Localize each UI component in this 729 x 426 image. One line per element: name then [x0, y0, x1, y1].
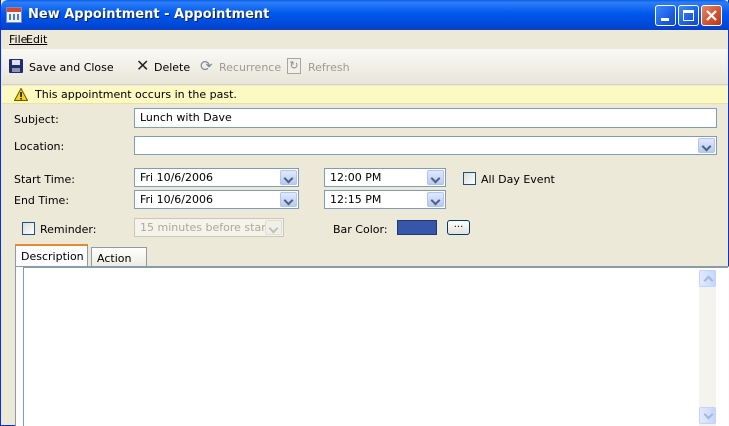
location-combo[interactable] — [134, 136, 717, 155]
maximize-icon — [683, 10, 694, 21]
appointment-form: Subject: Lunch with Dave Location: Start… — [2, 105, 728, 245]
appointment-window: New Appointment - Appointment File Edit … — [0, 0, 729, 426]
end-time-label: End Time: — [14, 194, 70, 207]
past-appointment-warning: This appointment occurs in the past. — [2, 86, 728, 104]
minimize-icon — [661, 18, 669, 21]
reminder-value: 15 minutes before start — [140, 221, 271, 234]
close-button[interactable] — [701, 5, 722, 26]
location-label: Location: — [14, 140, 65, 153]
all-day-event-label: All Day Event — [481, 173, 555, 186]
reminder-checkbox[interactable] — [22, 222, 35, 235]
all-day-event-checkbox[interactable] — [463, 172, 476, 185]
maximize-button[interactable] — [678, 5, 699, 26]
calendar-app-icon — [6, 7, 22, 23]
recurrence-label: Recurrence — [219, 61, 282, 74]
reminder-label: Reminder: — [40, 223, 97, 236]
start-time-label: Start Time: — [14, 173, 75, 186]
warning-icon — [14, 88, 28, 101]
chevron-down-icon[interactable] — [265, 220, 282, 235]
end-date-value: Fri 10/6/2006 — [140, 193, 214, 206]
chevron-down-icon[interactable] — [280, 170, 297, 185]
floppy-disk-icon — [9, 59, 23, 73]
warning-text: This appointment occurs in the past. — [35, 88, 237, 101]
reminder-combo[interactable]: 15 minutes before start — [134, 218, 284, 237]
scroll-up-icon[interactable] — [699, 270, 716, 287]
delete-label: Delete — [154, 61, 191, 74]
toolbar: Save and Close ✕ Delete ⟳ Recurrence ↻ R… — [2, 49, 728, 85]
tab-description[interactable]: Description — [15, 244, 88, 266]
start-time-combo[interactable]: 12:00 PM — [324, 168, 446, 187]
end-date-picker[interactable]: Fri 10/6/2006 — [134, 190, 299, 209]
subject-label: Subject: — [14, 113, 59, 126]
refresh-icon: ↻ — [287, 58, 301, 74]
start-date-picker[interactable]: Fri 10/6/2006 — [134, 168, 299, 187]
chevron-down-icon[interactable] — [280, 192, 297, 207]
bar-color-label: Bar Color: — [333, 223, 388, 236]
delete-x-icon: ✕ — [136, 56, 150, 75]
minimize-button[interactable] — [655, 5, 676, 26]
refresh-label: Refresh — [308, 61, 350, 74]
description-textarea[interactable] — [23, 267, 728, 426]
scroll-down-icon[interactable] — [699, 407, 716, 424]
recurrence-icon: ⟳ — [200, 57, 213, 75]
menu-file[interactable]: File — [9, 33, 27, 46]
menu-bar: File Edit — [2, 30, 728, 49]
chevron-down-icon[interactable] — [427, 192, 444, 207]
end-time-combo[interactable]: 12:15 PM — [324, 190, 446, 209]
close-icon — [706, 10, 717, 21]
tab-action[interactable]: Action — [91, 247, 147, 266]
start-time-value: 12:00 PM — [330, 171, 382, 184]
tab-strip: Description Action — [15, 244, 729, 267]
save-and-close-label: Save and Close — [29, 61, 114, 74]
vertical-scrollbar[interactable] — [699, 270, 716, 426]
end-time-value: 12:15 PM — [330, 193, 382, 206]
menu-edit[interactable]: Edit — [26, 33, 47, 46]
title-bar[interactable]: New Appointment - Appointment — [1, 0, 729, 30]
bar-color-picker-button[interactable]: ... — [447, 220, 470, 235]
chevron-down-icon[interactable] — [698, 138, 715, 153]
chevron-down-icon[interactable] — [427, 170, 444, 185]
start-date-value: Fri 10/6/2006 — [140, 171, 214, 184]
window-title: New Appointment - Appointment — [28, 7, 270, 22]
subject-field[interactable]: Lunch with Dave — [134, 108, 717, 128]
bar-color-swatch[interactable] — [397, 220, 437, 235]
